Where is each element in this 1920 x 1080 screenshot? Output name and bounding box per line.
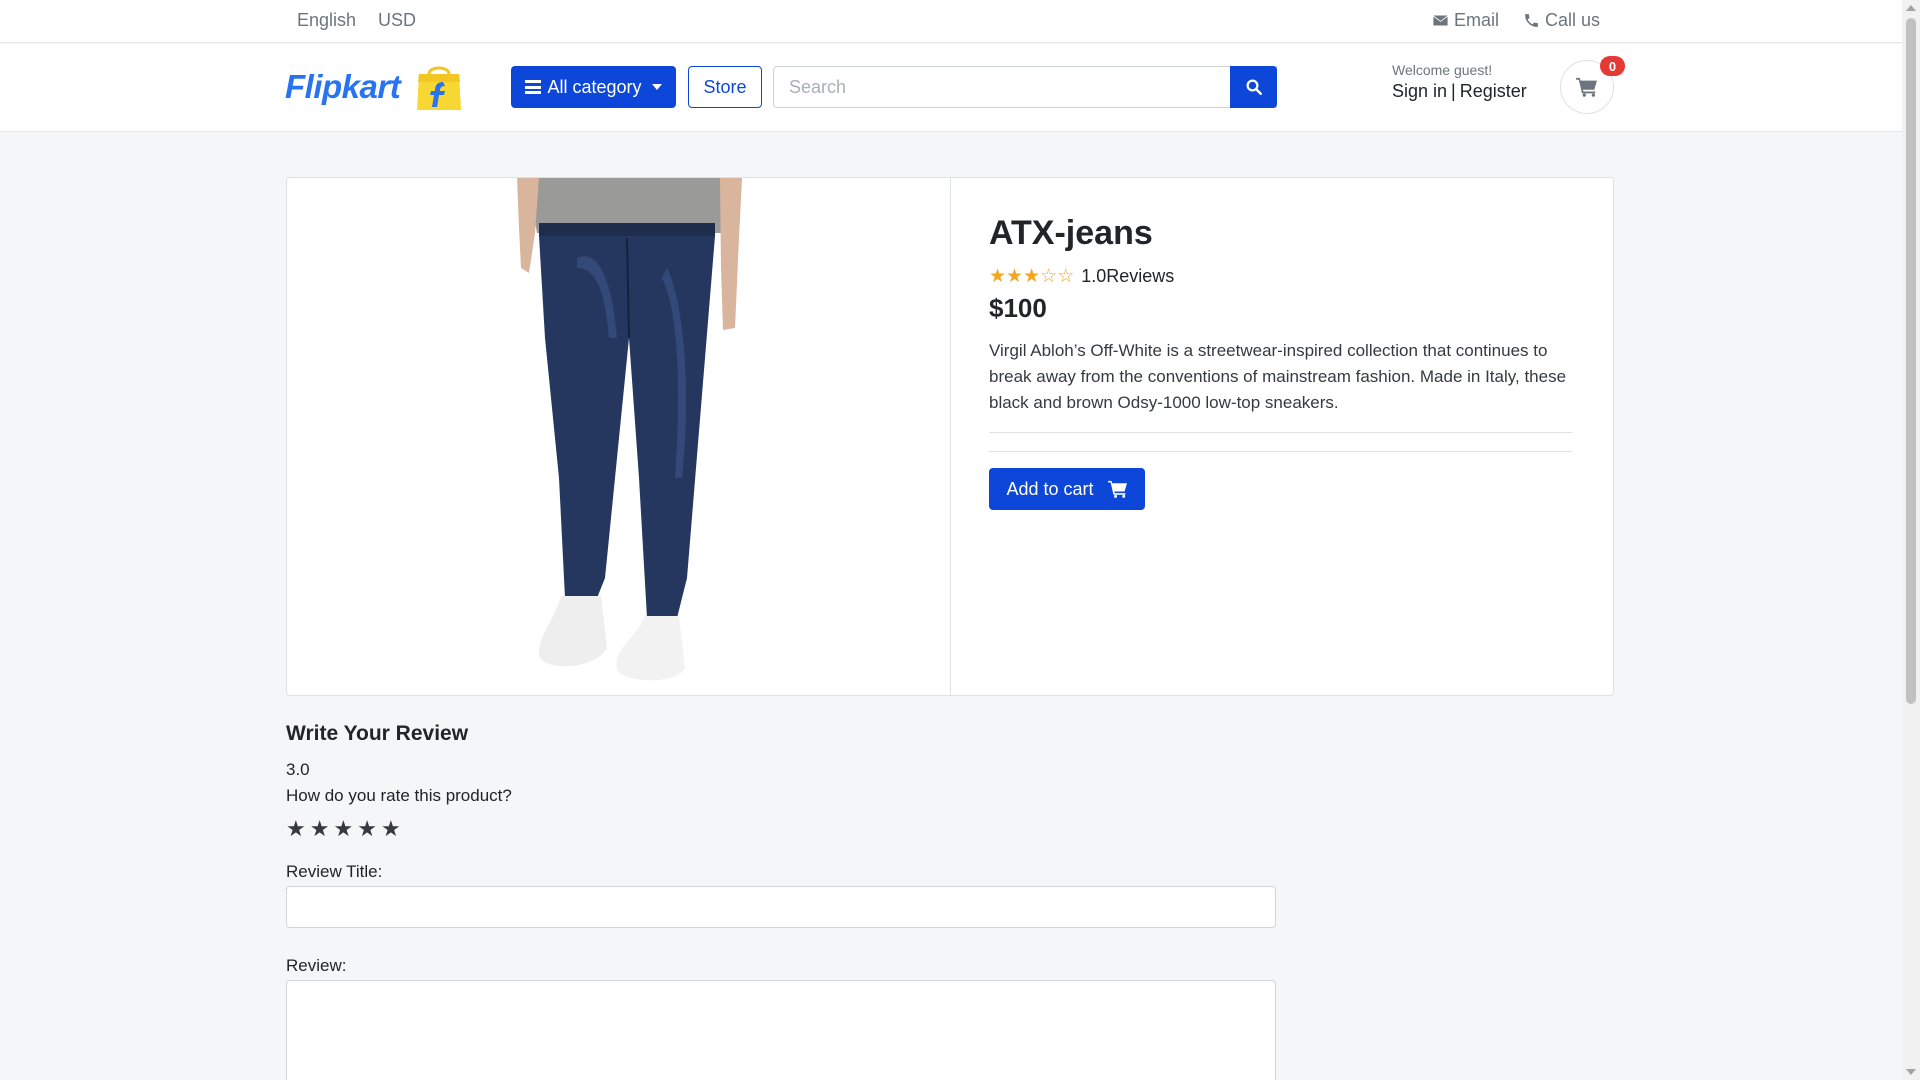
store-button[interactable]: Store (688, 66, 762, 108)
product-rating: ★★★☆☆ 1.0Reviews (989, 266, 1174, 287)
scrollbar-thumb[interactable] (1906, 18, 1916, 704)
star-icon[interactable]: ★ (333, 818, 353, 840)
shopping-cart-icon (1576, 77, 1597, 97)
auth-links: Sign in | Register (1392, 81, 1527, 102)
star-filled-icon: ★ (1006, 266, 1024, 287)
product-price: $100 (989, 293, 1047, 323)
selected-rating-value: 3.0 (286, 760, 310, 779)
review-title-label: Review Title: (286, 862, 383, 881)
caret-down-icon (651, 84, 662, 90)
star-icon[interactable]: ★ (310, 818, 330, 840)
welcome-text: Welcome guest! (1392, 62, 1493, 78)
search-button[interactable] (1230, 66, 1277, 108)
product-card: ATX-jeans ★★★☆☆ 1.0Reviews $100 Virgil A… (286, 177, 1614, 696)
email-label: Email (1453, 10, 1499, 30)
register-link[interactable]: Register (1460, 81, 1527, 101)
phone-icon (1525, 14, 1538, 27)
add-to-cart-button[interactable]: Add to cart (989, 468, 1145, 510)
language-selector[interactable]: English (297, 10, 356, 31)
auth-separator: | (1451, 81, 1456, 101)
review-title-input[interactable] (286, 886, 1276, 928)
cart-count-badge: 0 (1600, 56, 1625, 76)
call-link[interactable]: Call us (1523, 10, 1600, 31)
rating-question: How do you rate this product? (286, 786, 512, 805)
bars-icon (525, 80, 542, 94)
all-category-button[interactable]: All category (511, 66, 676, 108)
account-area: Welcome guest! Sign in | Register (1392, 62, 1527, 102)
top-bar-right: Email Call us (1432, 10, 1600, 31)
sign-in-link[interactable]: Sign in (1392, 81, 1447, 101)
main-header: Flipkart All category Store Welcome gues… (0, 44, 1902, 132)
currency-selector[interactable]: USD (378, 10, 416, 31)
top-bar: English USD Email Call us (0, 0, 1902, 43)
product-image-jeans[interactable] (517, 178, 742, 684)
page-scrollbar[interactable] (1902, 0, 1920, 1080)
star-icon[interactable]: ★ (286, 818, 306, 840)
scroll-down-arrow-icon[interactable] (1906, 1069, 1916, 1075)
logo-wordmark: Flipkart (285, 68, 401, 105)
star-outline-icon: ☆ (1057, 266, 1075, 287)
star-icon[interactable]: ★ (381, 818, 401, 840)
product-image-panel (287, 178, 951, 695)
shopping-cart-icon (1107, 480, 1127, 498)
shopping-bag-logo-icon (417, 66, 462, 110)
review-body-textarea[interactable] (286, 980, 1276, 1080)
search-icon (1246, 79, 1262, 95)
all-category-label: All category (547, 76, 642, 97)
envelope-icon (1433, 15, 1448, 26)
review-heading: Write Your Review (286, 722, 469, 745)
divider (989, 451, 1572, 452)
scroll-up-arrow-icon[interactable] (1906, 5, 1916, 11)
star-filled-icon: ★ (1023, 266, 1041, 287)
review-body-label: Review: (286, 956, 347, 975)
call-label: Call us (1544, 10, 1600, 30)
reviews-count[interactable]: 1.0Reviews (1081, 266, 1174, 287)
star-outline-icon: ☆ (1040, 266, 1058, 287)
star-icon[interactable]: ★ (357, 818, 377, 840)
top-bar-left: English USD (297, 10, 416, 31)
rating-input-stars: ★ ★ ★ ★ ★ (286, 818, 1276, 840)
product-info-panel: ATX-jeans ★★★☆☆ 1.0Reviews $100 Virgil A… (951, 178, 1613, 695)
star-filled-icon: ★ (989, 266, 1007, 287)
review-form: Write Your Review 3.0 How do you rate th… (286, 722, 1276, 1080)
product-title: ATX-jeans (989, 214, 1153, 252)
divider (989, 432, 1572, 433)
add-to-cart-label: Add to cart (1006, 478, 1094, 499)
product-description: Virgil Abloh’s Off-White is a streetwear… (989, 341, 1567, 412)
rating-stars: ★★★☆☆ (989, 266, 1074, 287)
search-input[interactable] (773, 66, 1277, 108)
logo[interactable]: Flipkart (285, 62, 464, 112)
email-link[interactable]: Email (1432, 10, 1499, 31)
